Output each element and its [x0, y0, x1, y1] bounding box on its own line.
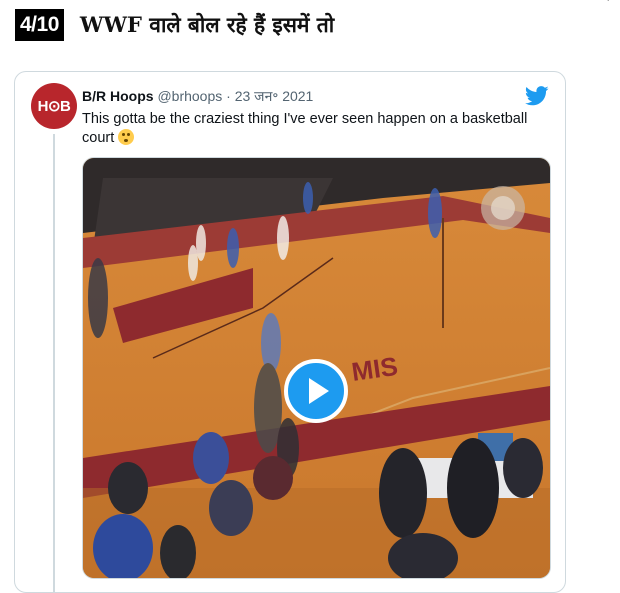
avatar-logo: H⊙B: [37, 98, 71, 115]
avatar[interactable]: H⊙B: [31, 83, 77, 129]
slide-counter: 4/10: [15, 9, 64, 41]
tweet-body: This gotta be the craziest thing I've ev…: [82, 111, 528, 146]
thread-line: [53, 134, 55, 592]
slide-header: 4/10 WWF वाले बोल रहे हैं इसमें तो: [15, 8, 334, 42]
twitter-bird-icon[interactable]: [525, 86, 549, 106]
tweet-text: This gotta be the craziest thing I've ev…: [82, 110, 552, 148]
slide-headline: WWF वाले बोल रहे हैं इसमें तो: [79, 12, 335, 37]
embedded-tweet[interactable]: H⊙B B/R Hoops @brhoops · 23 जन॰ 2021 Thi…: [14, 71, 566, 593]
display-name[interactable]: B/R Hoops: [82, 88, 154, 104]
tweet-header: B/R Hoops @brhoops · 23 जन॰ 2021: [82, 87, 313, 106]
flushed-face-icon: [118, 129, 135, 145]
court-logo-text: MIS: [350, 351, 400, 387]
tweet-date[interactable]: 23 जन॰ 2021: [235, 88, 314, 104]
user-handle[interactable]: @brhoops: [157, 88, 222, 104]
play-button[interactable]: [284, 359, 348, 423]
play-icon: [308, 378, 329, 404]
separator-dot: ·: [226, 88, 231, 104]
video-player[interactable]: MIS: [82, 157, 551, 579]
faint-header-text: ·: [606, 0, 611, 7]
